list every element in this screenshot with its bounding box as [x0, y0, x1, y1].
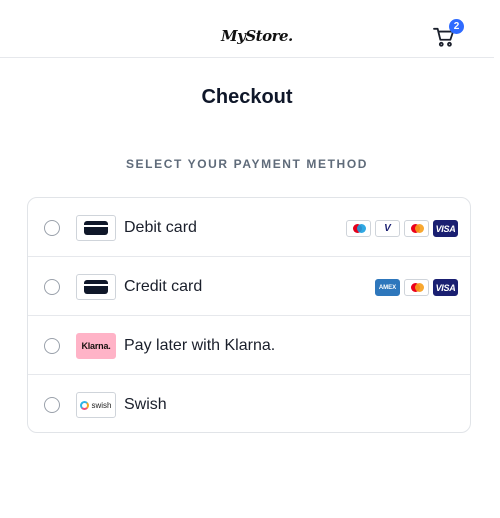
- klarna-logo: Klarna.: [76, 333, 116, 359]
- payment-option-credit-card[interactable]: Credit card AMEX VISA: [28, 257, 470, 316]
- mastercard-logo: [404, 279, 429, 296]
- amex-logo: AMEX: [375, 279, 400, 296]
- store-logo[interactable]: MyStore.: [221, 27, 293, 45]
- payment-method-list: Debit card V VISA Credit card AMEX VISA …: [27, 197, 471, 433]
- cart-count-badge: 2: [449, 19, 464, 34]
- card-brand-logos: V VISA: [346, 220, 458, 237]
- radio-button[interactable]: [44, 220, 60, 236]
- page-title: Checkout: [201, 86, 293, 108]
- payment-option-swish[interactable]: swish Swish: [28, 375, 470, 432]
- card-brand-logos: AMEX VISA: [375, 279, 458, 296]
- top-bar: MyStore. 2: [0, 0, 494, 58]
- visa-logo: VISA: [433, 220, 458, 237]
- maestro-logo: [346, 220, 371, 237]
- card-icon: [76, 274, 116, 300]
- payment-option-debit-card[interactable]: Debit card V VISA: [28, 198, 470, 257]
- radio-button[interactable]: [44, 397, 60, 413]
- mastercard-logo: [404, 220, 429, 237]
- card-icon: [76, 215, 116, 241]
- radio-button[interactable]: [44, 279, 60, 295]
- cart-button[interactable]: 2: [433, 19, 464, 49]
- v-pay-logo: V: [375, 220, 400, 237]
- radio-button[interactable]: [44, 338, 60, 354]
- payment-option-label: Debit card: [124, 219, 197, 236]
- payment-option-klarna[interactable]: Klarna. Pay later with Klarna.: [28, 316, 470, 375]
- payment-option-label: Swish: [124, 396, 167, 413]
- payment-option-label: Pay later with Klarna.: [124, 337, 276, 354]
- section-heading: SELECT YOUR PAYMENT METHOD: [125, 157, 369, 171]
- swish-logo: swish: [76, 392, 116, 418]
- payment-option-label: Credit card: [124, 278, 203, 295]
- visa-logo: VISA: [433, 279, 458, 296]
